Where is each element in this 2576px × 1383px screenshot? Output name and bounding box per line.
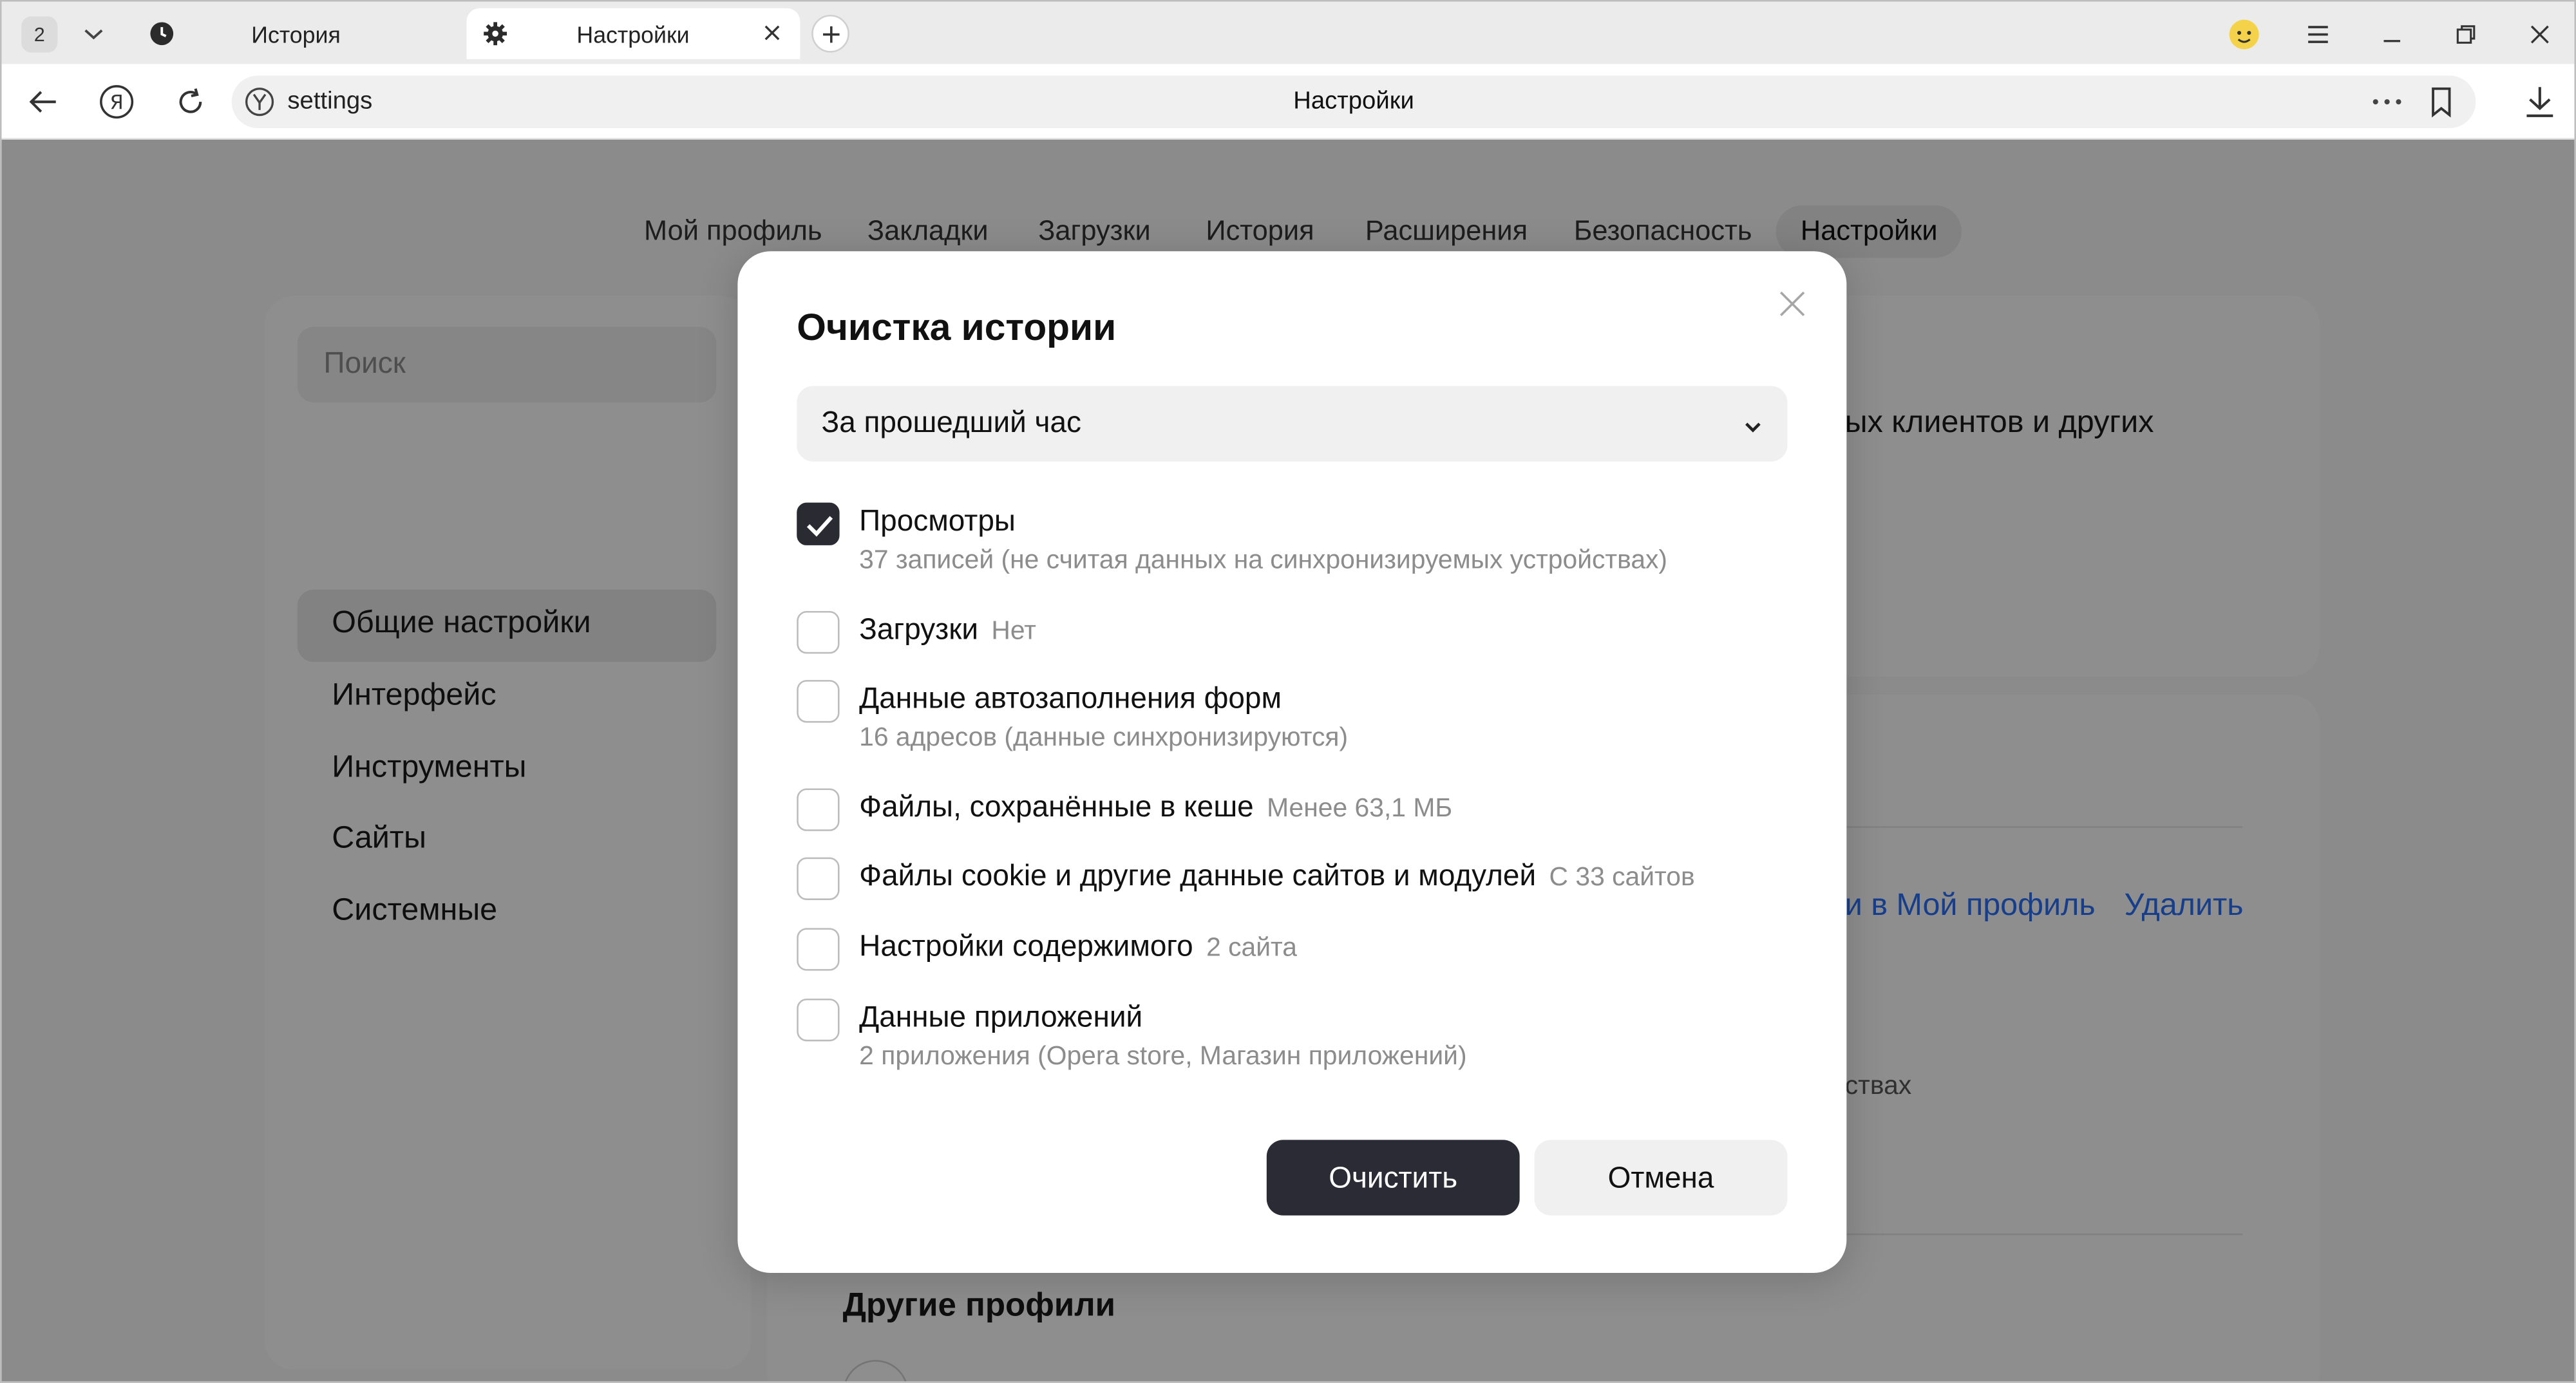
restore-icon[interactable]	[2450, 18, 2483, 51]
minimize-icon[interactable]	[2376, 18, 2409, 51]
gear-icon	[483, 21, 507, 46]
option-label-text: Файлы cookie и другие данные сайтов и мо…	[859, 859, 1537, 892]
tab-list-chevron-icon[interactable]	[71, 17, 117, 53]
option-label-text: Загрузки	[859, 612, 979, 646]
app-data-checkbox[interactable]	[797, 999, 840, 1042]
tab-strip: 2 История Настройки	[1, 1, 2575, 64]
option-details: 16 адресов (данные синхронизируются)	[859, 724, 1349, 753]
downloads-checkbox[interactable]	[797, 610, 840, 654]
address-toolbar: Я settings Настройки	[1, 64, 2575, 140]
reload-icon[interactable]	[173, 84, 209, 120]
page-title: Настройки	[1293, 87, 1414, 115]
close-window-icon[interactable]	[2523, 18, 2556, 51]
tab-history[interactable]: История	[133, 8, 455, 59]
clear-history-dialog: Очистка истории За прошедший час Просмот…	[737, 251, 1847, 1274]
option-label: Загрузки Нет	[859, 613, 1036, 648]
close-icon[interactable]	[1777, 289, 1807, 319]
autofill-checkbox[interactable]	[797, 680, 840, 723]
yandex-logo-icon[interactable]: Я	[99, 84, 135, 120]
browser-window: 2 История Настройки Я settings Настройки…	[0, 0, 2576, 1383]
option-label: Данные приложений	[859, 1001, 1142, 1035]
option-note: С 33 сайтов	[1549, 863, 1695, 892]
new-tab-button[interactable]	[811, 14, 849, 53]
profile-avatar-icon[interactable]	[2228, 18, 2260, 51]
option-label-text: Данные автозаполнения форм	[859, 681, 1282, 715]
option-details: 2 приложения (Opera store, Магазин прило…	[859, 1042, 1467, 1071]
cache-checkbox[interactable]	[797, 788, 840, 831]
tab-settings[interactable]: Настройки	[466, 8, 800, 59]
chevron-down-icon	[1741, 412, 1765, 435]
option-label: Данные автозаполнения форм	[859, 682, 1282, 717]
option-label-text: Просмотры	[859, 504, 1016, 538]
svg-text:Я: Я	[109, 92, 123, 115]
more-dots-icon[interactable]	[2367, 86, 2407, 118]
check-icon	[806, 516, 833, 537]
period-select-value: За прошедший час	[821, 406, 1081, 439]
back-arrow-icon[interactable]	[24, 84, 61, 120]
content-settings-checkbox[interactable]	[797, 928, 840, 971]
clear-button[interactable]: Очистить	[1266, 1140, 1520, 1216]
option-label-text: Настройки содержимого	[859, 929, 1193, 963]
bookmark-icon[interactable]	[2427, 86, 2456, 118]
dialog-title: Очистка истории	[797, 305, 1117, 348]
tab-title: Настройки	[576, 21, 690, 48]
option-label: Настройки содержимого 2 сайта	[859, 930, 1297, 964]
clock-icon	[149, 21, 174, 46]
tab-title: История	[251, 21, 341, 48]
address-bar[interactable]: settings Настройки	[231, 75, 2476, 128]
option-label: Просмотры	[859, 504, 1016, 539]
browsing-checkbox[interactable]	[797, 502, 840, 545]
download-icon[interactable]	[2522, 84, 2558, 120]
cookies-checkbox[interactable]	[797, 857, 840, 900]
period-select[interactable]: За прошедший час	[797, 386, 1788, 462]
option-note: 2 сайта	[1206, 934, 1298, 963]
option-label-text: Файлы, сохранённые в кеше	[859, 790, 1254, 823]
option-note: Нет	[991, 617, 1036, 646]
option-label: Файлы cookie и другие данные сайтов и мо…	[859, 859, 1694, 894]
option-label: Файлы, сохранённые в кеше Менее 63,1 МБ	[859, 790, 1452, 825]
close-tab-icon[interactable]	[761, 21, 784, 44]
option-details: 37 записей (не считая данных на синхрони…	[859, 547, 1668, 575]
tab-count-badge[interactable]: 2	[21, 16, 58, 53]
cancel-button[interactable]: Отмена	[1534, 1140, 1788, 1216]
option-note: Менее 63,1 МБ	[1267, 795, 1453, 823]
option-label-text: Данные приложений	[859, 1000, 1143, 1033]
menu-icon[interactable]	[2302, 18, 2334, 51]
